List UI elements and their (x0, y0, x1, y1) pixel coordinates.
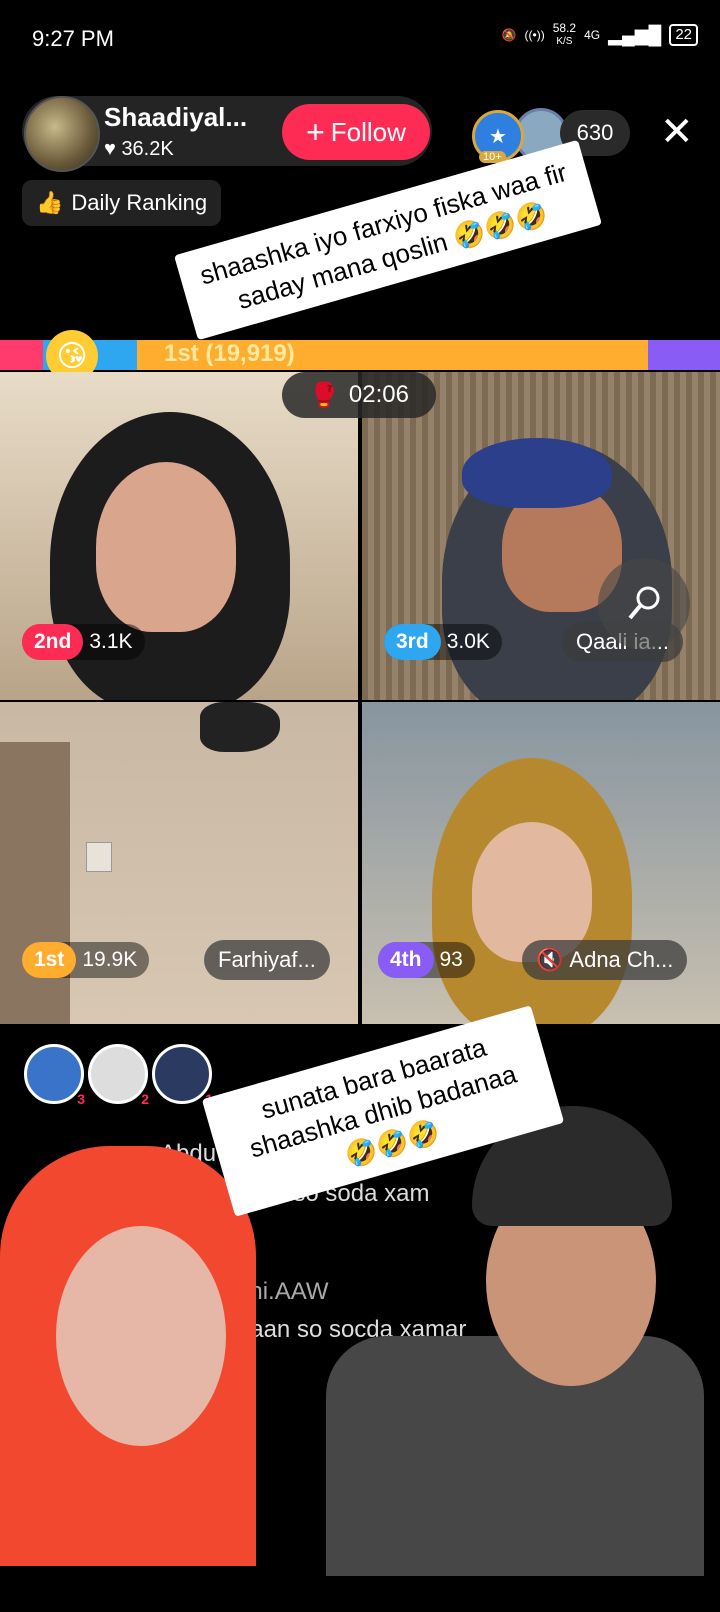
rank-position: 1st (22, 942, 77, 978)
top-viewer-avatar-1[interactable]: ★ 10+ (472, 110, 524, 163)
star-icon: ★ (489, 125, 507, 148)
overlay-body (326, 1336, 704, 1576)
rank-badge: 3rd 3.0K (384, 624, 502, 660)
rank-score: 93 (439, 948, 463, 971)
participant-tile-3[interactable]: 1st 19.9K Farhiyaf... (0, 702, 358, 1024)
rank-position: 3rd (384, 624, 441, 660)
net-speed: 58.2 K/S (553, 22, 576, 48)
plus-icon: + (306, 113, 325, 150)
net-speed-unit: K/S (556, 36, 573, 47)
status-time: 9:27 PM (32, 26, 114, 51)
doorframe (0, 742, 70, 1024)
participant-name[interactable]: 🔇 Adna Ch... (522, 940, 688, 980)
mute-icon: 🔕 (501, 28, 517, 42)
signal-icon: ▂▄▆█ (608, 24, 662, 45)
follow-button[interactable]: + Follow (282, 104, 430, 160)
hotspot-icon: ((•)) (524, 28, 545, 42)
battle-leader-text: 1st (19,919) (164, 340, 295, 367)
participant-name[interactable]: Farhiyaf... (204, 940, 330, 980)
host-likes: ♥ 36.2K (104, 138, 174, 161)
battle-score-bar (0, 340, 720, 370)
host-name[interactable]: Shaadiyal... (104, 102, 247, 133)
participant-name-text: Adna Ch... (569, 947, 674, 972)
status-icons: 🔕 ((•)) 58.2 K/S 4G ▂▄▆█ 22 (502, 22, 698, 48)
close-icon[interactable]: ✕ (660, 112, 694, 152)
overlay-photo-left (0, 1146, 256, 1566)
net-speed-value: 58.2 (552, 21, 577, 35)
participant-tile-2[interactable]: 3rd 3.0K Qaali ia... (362, 372, 720, 700)
rank-position: 4th (378, 942, 434, 978)
rank-score: 3.1K (89, 630, 133, 653)
rank-score: 3.0K (446, 630, 490, 653)
rank-score: 19.9K (82, 948, 138, 971)
fire-icon: 👍 (36, 190, 64, 215)
participant-face (96, 462, 236, 632)
rank-badge: 1st 19.9K (22, 942, 150, 978)
participant-headwrap (462, 438, 612, 508)
host-likes-count: 36.2K (121, 138, 174, 160)
participant-tile-4[interactable]: 4th 93 🔇 Adna Ch... (362, 702, 720, 1024)
battery-indicator: 22 (669, 24, 698, 46)
daily-ranking-label: Daily Ranking (71, 190, 208, 215)
battle-timer: 🥊 02:06 (282, 372, 436, 418)
host-avatar[interactable] (24, 96, 100, 172)
australia-map-decor (200, 702, 280, 752)
gifter-rank: 3 (77, 1091, 85, 1107)
top-gifter-avatar[interactable]: 3 (24, 1044, 85, 1107)
top-gifter-avatar[interactable]: 2 (88, 1044, 149, 1107)
overlay-photo-right (326, 1106, 704, 1576)
follow-label: Follow (330, 116, 406, 147)
heart-icon: ♥ (104, 138, 116, 160)
daily-ranking-button[interactable]: 👍 Daily Ranking (22, 180, 222, 226)
muted-speaker-icon: 🔇 (536, 947, 564, 972)
rank-badge: 4th 93 (378, 942, 475, 978)
top-gifter-avatar[interactable]: 1 (152, 1044, 213, 1107)
caption-sticker-top: shaashka iyo farxiyo fiska waa fir saday… (174, 139, 602, 341)
battle-gloves-icon: 🥊 (309, 381, 339, 409)
light-switch (86, 842, 112, 872)
battle-timer-text: 02:06 (348, 381, 409, 408)
overlay-face (56, 1226, 226, 1446)
network-type: 4G (584, 28, 601, 42)
rank-position: 2nd (22, 624, 84, 660)
microphone-icon[interactable] (598, 558, 690, 650)
participant-tile-1[interactable]: 2nd 3.1K (0, 372, 358, 700)
rank-badge: 2nd 3.1K (22, 624, 145, 660)
gifter-rank: 2 (141, 1091, 149, 1107)
